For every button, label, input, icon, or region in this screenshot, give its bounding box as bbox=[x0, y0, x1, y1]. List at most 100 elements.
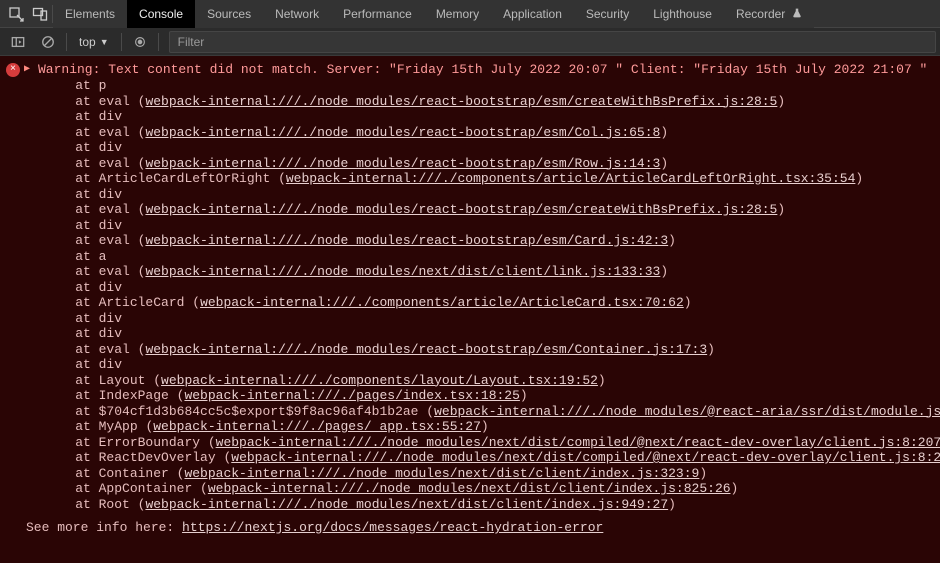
tab-lighthouse[interactable]: Lighthouse bbox=[641, 0, 724, 28]
tab-security[interactable]: Security bbox=[574, 0, 641, 28]
stack-frame-source-link[interactable]: webpack-internal:///./node_modules/react… bbox=[145, 94, 777, 109]
inspect-icon[interactable] bbox=[4, 0, 28, 28]
stack-frame-name: div bbox=[99, 218, 122, 233]
stack-frame: at div bbox=[44, 280, 930, 296]
see-more-link[interactable]: https://nextjs.org/docs/messages/react-h… bbox=[182, 520, 603, 535]
stack-frame: at eval (webpack-internal:///./node_modu… bbox=[44, 125, 930, 141]
stack-frame: at eval (webpack-internal:///./node_modu… bbox=[44, 202, 930, 218]
stack-frame: at AppContainer (webpack-internal:///./n… bbox=[44, 481, 930, 497]
stack-frame-source-link[interactable]: webpack-internal:///./node_modules/react… bbox=[145, 233, 668, 248]
stack-frame: at div bbox=[44, 140, 930, 156]
device-toggle-icon[interactable] bbox=[28, 0, 52, 28]
stack-frame-source-link[interactable]: webpack-internal:///./node_modules/next/… bbox=[145, 264, 660, 279]
stack-frame-source-link[interactable]: webpack-internal:///./node_modules/react… bbox=[145, 202, 777, 217]
stack-frame: at eval (webpack-internal:///./node_modu… bbox=[44, 233, 930, 249]
stack-at-keyword: at bbox=[75, 435, 98, 450]
stack-frame-source-link[interactable]: webpack-internal:///./pages/index.tsx:18… bbox=[184, 388, 519, 403]
stack-at-keyword: at bbox=[75, 218, 98, 233]
execution-context-select[interactable]: top ▼ bbox=[73, 31, 115, 53]
stack-frame: at div bbox=[44, 187, 930, 203]
stack-frame-source-link[interactable]: webpack-internal:///./node_modules/next/… bbox=[184, 466, 699, 481]
stack-frame-name: div bbox=[99, 326, 122, 341]
stack-at-keyword: at bbox=[75, 342, 98, 357]
tab-recorder[interactable]: Recorder bbox=[724, 0, 814, 28]
stack-at-keyword: at bbox=[75, 280, 98, 295]
filter-wrap bbox=[169, 31, 936, 53]
flask-icon bbox=[792, 7, 802, 21]
stack-frame-source-link[interactable]: webpack-internal:///./pages/_app.tsx:55:… bbox=[153, 419, 481, 434]
tab-memory[interactable]: Memory bbox=[424, 0, 491, 28]
live-expression-icon[interactable] bbox=[128, 30, 152, 54]
stack-frame: at MyApp (webpack-internal:///./pages/_a… bbox=[44, 419, 930, 435]
stack-frame: at a bbox=[44, 249, 930, 265]
stack-frame: at $704cf1d3b684cc5c$export$9f8ac96af4b1… bbox=[44, 404, 930, 420]
stack-frame-name: eval bbox=[99, 156, 130, 171]
error-icon: × bbox=[6, 63, 20, 77]
stack-frame: at eval (webpack-internal:///./node_modu… bbox=[44, 342, 930, 358]
stack-at-keyword: at bbox=[75, 326, 98, 341]
stack-frame: at ArticleCard (webpack-internal:///./co… bbox=[44, 295, 930, 311]
stack-frame: at IndexPage (webpack-internal:///./page… bbox=[44, 388, 930, 404]
stack-frame: at div bbox=[44, 109, 930, 125]
stack-frame-name: p bbox=[99, 78, 107, 93]
stack-frame-name: ReactDevOverlay bbox=[99, 450, 216, 465]
chevron-down-icon: ▼ bbox=[100, 37, 109, 47]
stack-frame-name: ArticleCard bbox=[99, 295, 185, 310]
stack-at-keyword: at bbox=[75, 264, 98, 279]
console-sidebar-toggle-icon[interactable] bbox=[6, 30, 30, 54]
stack-at-keyword: at bbox=[75, 156, 98, 171]
console-output[interactable]: × ▶ Warning: Text content did not match.… bbox=[0, 56, 940, 563]
stack-frame-source-link[interactable]: webpack-internal:///./components/article… bbox=[286, 171, 856, 186]
stack-frame-name: div bbox=[99, 109, 122, 124]
stack-frame-source-link[interactable]: webpack-internal:///./node_modules/next/… bbox=[145, 497, 668, 512]
stack-frame-name: AppContainer bbox=[99, 481, 193, 496]
stack-frame-name: div bbox=[99, 140, 122, 155]
stack-frame-name: a bbox=[99, 249, 107, 264]
tab-application[interactable]: Application bbox=[491, 0, 574, 28]
execution-context-label: top bbox=[79, 35, 96, 49]
tab-elements[interactable]: Elements bbox=[53, 0, 127, 28]
console-toolbar: top ▼ bbox=[0, 28, 940, 56]
stack-frame-name: eval bbox=[99, 94, 130, 109]
stack-frame-name: div bbox=[99, 311, 122, 326]
stack-at-keyword: at bbox=[75, 249, 98, 264]
stack-frame-name: eval bbox=[99, 125, 130, 140]
stack-frame-name: Root bbox=[99, 497, 130, 512]
stack-frame-name: div bbox=[99, 357, 122, 372]
stack-at-keyword: at bbox=[75, 140, 98, 155]
disclosure-triangle-icon[interactable]: ▶ bbox=[24, 62, 34, 78]
toolbar-divider bbox=[158, 33, 159, 51]
stack-frame-name: eval bbox=[99, 233, 130, 248]
stack-at-keyword: at bbox=[75, 295, 98, 310]
stack-frame-source-link[interactable]: webpack-internal:///./components/layout/… bbox=[161, 373, 598, 388]
stack-frame-source-link[interactable]: webpack-internal:///./node_modules/next/… bbox=[216, 435, 940, 450]
stack-frame-source-link[interactable]: webpack-internal:///./node_modules/react… bbox=[145, 342, 707, 357]
console-filter-input[interactable] bbox=[169, 31, 936, 53]
stack-frame-name: eval bbox=[99, 264, 130, 279]
stack-frame-source-link[interactable]: webpack-internal:///./node_modules/react… bbox=[145, 156, 660, 171]
tab-console[interactable]: Console bbox=[127, 0, 195, 28]
stack-frame-source-link[interactable]: webpack-internal:///./node_modules/next/… bbox=[231, 450, 940, 465]
clear-console-icon[interactable] bbox=[36, 30, 60, 54]
stack-frame-name: Container bbox=[99, 466, 169, 481]
stack-frame-name: div bbox=[99, 280, 122, 295]
tab-performance[interactable]: Performance bbox=[331, 0, 424, 28]
stack-at-keyword: at bbox=[75, 171, 98, 186]
stack-frame-name: div bbox=[99, 187, 122, 202]
stack-frame-source-link[interactable]: webpack-internal:///./components/article… bbox=[200, 295, 684, 310]
stack-frame-source-link[interactable]: webpack-internal:///./node_modules/next/… bbox=[208, 481, 731, 496]
stack-frame-source-link[interactable]: webpack-internal:///./node_modules/react… bbox=[145, 125, 660, 140]
tab-sources[interactable]: Sources bbox=[195, 0, 263, 28]
stack-frame-name: eval bbox=[99, 342, 130, 357]
stack-frame: at ReactDevOverlay (webpack-internal:///… bbox=[44, 450, 930, 466]
tab-network[interactable]: Network bbox=[263, 0, 331, 28]
stack-frame: at div bbox=[44, 218, 930, 234]
stack-at-keyword: at bbox=[75, 388, 98, 403]
stack-frame-name: Layout bbox=[99, 373, 146, 388]
stack-at-keyword: at bbox=[75, 78, 98, 93]
toolbar-divider bbox=[121, 33, 122, 51]
stack-frame-name: MyApp bbox=[99, 419, 138, 434]
stack-at-keyword: at bbox=[75, 187, 98, 202]
stack-frame-source-link[interactable]: webpack-internal:///./node_modules/@reac… bbox=[434, 404, 940, 419]
error-message-text: Warning: Text content did not match. Ser… bbox=[38, 62, 930, 78]
